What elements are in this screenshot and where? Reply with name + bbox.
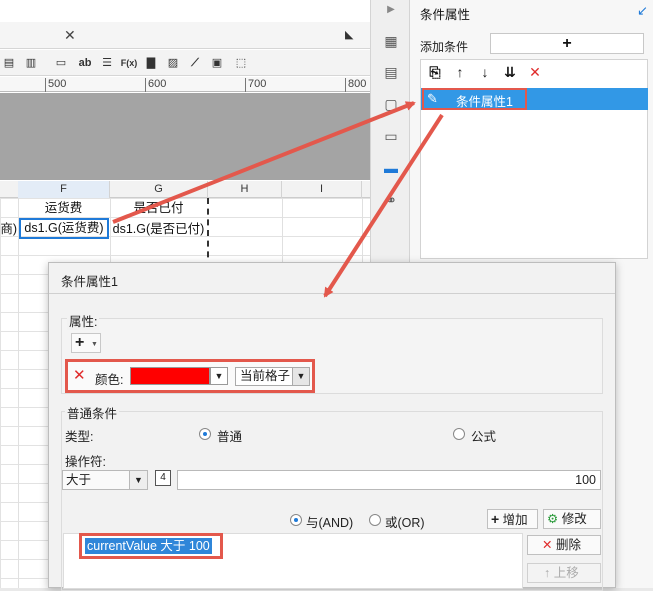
close-icon[interactable]: ✕ xyxy=(64,27,76,44)
pin-icon[interactable]: ◣ xyxy=(345,28,353,41)
chevron-down-icon[interactable]: ▼ xyxy=(210,367,228,385)
attribute-group-label: 属性: xyxy=(67,311,100,330)
chevron-down-icon: ▼ xyxy=(292,368,309,385)
value-type-icon[interactable]: 4 xyxy=(155,470,171,486)
condition-attribute-icon[interactable]: ▬ xyxy=(383,160,399,176)
color-attribute-row: ✕ 颜色: ▼ 当前格子 ▼ xyxy=(65,359,315,393)
modify-button-label: 修改 xyxy=(561,512,587,526)
tab-strip: ✕ ◣ xyxy=(0,22,370,49)
hyperlink-icon[interactable]: ⚭ xyxy=(383,192,399,208)
move-down-icon[interactable]: ↓ xyxy=(477,64,493,80)
condition-attribute-dialog: 条件属性1 属性: + ▼ ✕ 颜色: ▼ 当前格子 ▼ 普通条件 类型: 普通… xyxy=(48,262,616,591)
up-arrow-icon: ↑ xyxy=(544,566,551,580)
operator-select-value: 大于 xyxy=(66,473,92,487)
bar-chart-icon[interactable]: ▇ xyxy=(142,54,160,72)
chevron-down-icon: ▼ xyxy=(129,471,147,489)
field-icon[interactable]: ▭ xyxy=(52,54,70,72)
copy-icon[interactable]: ⎘ xyxy=(427,64,443,80)
move-bottom-icon[interactable]: ⇊ xyxy=(502,64,518,80)
grid-line xyxy=(18,198,19,588)
form-icon[interactable]: ▭ xyxy=(383,128,399,144)
ruler-mark: 600 xyxy=(145,78,166,92)
add-condition-button[interactable]: + 增加 xyxy=(487,509,538,529)
cell-attribute-icon[interactable]: ▤ xyxy=(383,64,399,80)
logic-or-label: 或(OR) xyxy=(385,516,425,530)
column-header-h[interactable]: H xyxy=(208,181,282,198)
ruler-mark: 800 xyxy=(345,78,366,92)
insert-column-icon[interactable]: ▥ xyxy=(22,54,40,72)
column-header-g[interactable]: G xyxy=(110,181,208,198)
widget-icon[interactable]: ▢ xyxy=(383,96,399,112)
delete-button-label: 删除 xyxy=(555,538,581,552)
color-swatch[interactable] xyxy=(130,367,210,385)
operand-input[interactable]: 100 xyxy=(177,470,601,490)
cell-element-icon[interactable]: ▦ xyxy=(383,33,399,49)
delete-condition-button[interactable]: ✕ 删除 xyxy=(527,535,601,555)
column-header-f[interactable]: F xyxy=(18,181,110,198)
operator-select[interactable]: 大于 ▼ xyxy=(62,470,148,490)
delete-icon[interactable]: ✕ xyxy=(527,64,543,80)
page-break-line xyxy=(207,198,209,268)
condition-expression-item[interactable]: currentValue 大于 100 xyxy=(85,538,212,554)
logic-and-label: 与(AND) xyxy=(306,516,354,530)
cell-g1[interactable]: 是否已付 xyxy=(110,198,207,218)
modify-condition-button[interactable]: ⚙ 修改 xyxy=(543,509,601,529)
add-condition-button[interactable]: + xyxy=(490,33,644,54)
cell-e2[interactable]: 商) xyxy=(0,219,17,239)
divider xyxy=(49,293,615,294)
empty-area xyxy=(0,93,370,180)
insert-row-icon[interactable]: ▤ xyxy=(0,54,18,72)
move-up-button-label: 上移 xyxy=(553,566,579,580)
border-icon[interactable]: ⬚ xyxy=(232,54,250,72)
logic-or-radio[interactable] xyxy=(369,514,381,526)
remove-attribute-icon[interactable]: ✕ xyxy=(73,368,86,384)
chevron-down-icon: ▼ xyxy=(91,341,98,348)
collapse-arrow-icon[interactable]: ▶ xyxy=(383,2,399,18)
condition-item-selected[interactable]: ✎ 条件属性1 xyxy=(421,88,648,110)
condition-item-label: 条件属性1 xyxy=(456,95,513,109)
modify-icon: ⚙ xyxy=(547,512,559,526)
scope-select[interactable]: 当前格子 ▼ xyxy=(235,367,310,386)
ruler-mark: 700 xyxy=(245,78,266,92)
cell-g2[interactable]: ds1.G(是否已付) xyxy=(110,219,207,239)
color-label: 颜色: xyxy=(95,373,124,387)
type-formula-label: 公式 xyxy=(471,430,497,444)
type-normal-radio[interactable] xyxy=(199,428,211,440)
type-formula-radio[interactable] xyxy=(453,428,465,440)
dialog-title: 条件属性1 xyxy=(61,275,118,289)
cell-f1[interactable]: 运货费 xyxy=(18,198,109,218)
cell-f2-selected[interactable]: ds1.G(运货费) xyxy=(19,218,109,239)
column-header-i[interactable]: I xyxy=(282,181,362,198)
type-normal-label: 普通 xyxy=(217,430,243,444)
logic-and-radio[interactable] xyxy=(290,514,302,526)
type-label: 类型: xyxy=(65,430,94,444)
delete-icon: ✕ xyxy=(542,538,553,552)
image-icon[interactable]: ▨ xyxy=(164,54,182,72)
text-icon[interactable]: ab xyxy=(76,54,94,72)
condition-list: ⎘ ↑ ↓ ⇊ ✕ ✎ 条件属性1 xyxy=(420,59,648,259)
align-icon[interactable]: ☰ xyxy=(98,54,116,72)
subreport-icon[interactable]: ▣ xyxy=(208,54,226,72)
move-up-icon[interactable]: ↑ xyxy=(452,64,468,80)
scope-select-value: 当前格子 xyxy=(240,369,291,383)
column-headers: F G H I xyxy=(0,181,370,198)
move-up-button[interactable]: ↑ 上移 xyxy=(527,563,601,583)
toolbar: ▤ ▥ ▭ ab ☰ F(x) ▇ ▨ ⟋ ▣ ⬚ xyxy=(0,50,370,76)
operator-label: 操作符: xyxy=(65,455,106,469)
plus-icon: + xyxy=(491,511,500,527)
ruler: 500 600 700 800 xyxy=(0,77,370,92)
add-condition-label: 添加条件 xyxy=(420,40,469,54)
ruler-mark: 500 xyxy=(45,78,66,92)
panel-title: 条件属性 xyxy=(420,8,471,22)
slash-icon[interactable]: ⟋ xyxy=(186,54,204,72)
add-button-label: 增加 xyxy=(502,513,528,527)
formula-icon[interactable]: F(x) xyxy=(120,54,138,72)
edit-pencil-icon: ✎ xyxy=(427,91,438,106)
general-condition-label: 普通条件 xyxy=(65,403,120,422)
dock-arrow-icon[interactable]: ↙ xyxy=(637,3,648,19)
